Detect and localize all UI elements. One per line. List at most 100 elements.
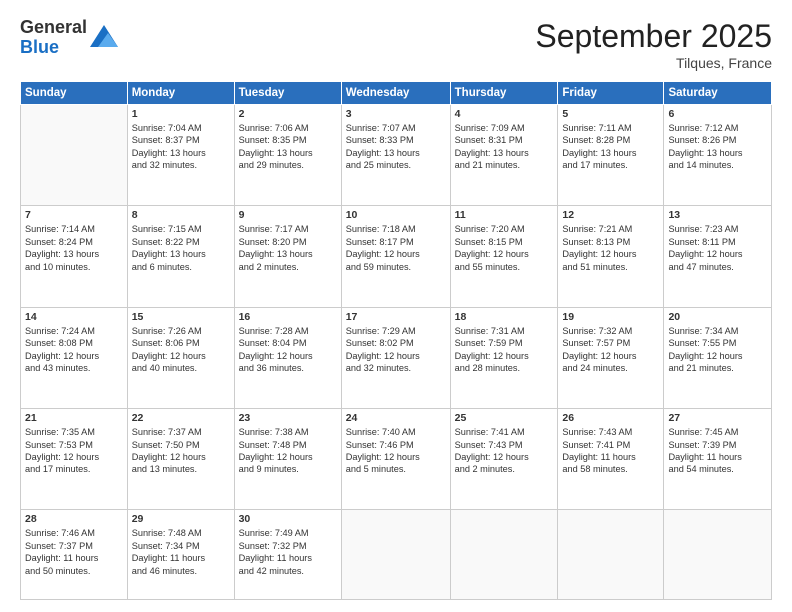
- calendar-cell: 9 Sunrise: 7:17 AM Sunset: 8:20 PM Daylig…: [234, 206, 341, 307]
- day-content: Sunrise: 7:40 AM Sunset: 7:46 PM Dayligh…: [346, 426, 446, 476]
- col-monday: Monday: [127, 82, 234, 105]
- title-block: September 2025 Tilques, France: [535, 18, 772, 71]
- calendar-cell: 23Sunrise: 7:38 AM Sunset: 7:48 PM Dayli…: [234, 409, 341, 510]
- day-number: 4: [455, 108, 554, 120]
- day-content: Sunrise: 7:35 AM Sunset: 7:53 PM Dayligh…: [25, 426, 123, 476]
- calendar-cell: 16 Sunrise: 7:28 AM Sunset: 8:04 PM Dayli…: [234, 307, 341, 408]
- day-content: Sunrise: 7:31 AM Sunset: 7:59 PM Dayligh…: [455, 325, 554, 375]
- calendar-cell: 26 Sunrise: 7:43 AM Sunset: 7:41 PM Dayli…: [558, 409, 664, 510]
- day-number: 9: [239, 209, 337, 221]
- calendar-cell: 6 Sunrise: 7:12 AM Sunset: 8:26 PM Daylig…: [664, 105, 772, 206]
- calendar-cell: 27 Sunrise: 7:45 AM Sunset: 7:39 PM Dayli…: [664, 409, 772, 510]
- day-content: Sunrise: 7:09 AM Sunset: 8:31 PM Dayligh…: [455, 122, 554, 172]
- calendar-cell: 10 Sunrise: 7:18 AM Sunset: 8:17 PM Dayli…: [341, 206, 450, 307]
- calendar-header-row: Sunday Monday Tuesday Wednesday Thursday…: [21, 82, 772, 105]
- logo-text: General Blue: [20, 18, 87, 58]
- logo: General Blue: [20, 18, 118, 58]
- col-sunday: Sunday: [21, 82, 128, 105]
- calendar-cell: 15Sunrise: 7:26 AM Sunset: 8:06 PM Dayli…: [127, 307, 234, 408]
- calendar-week-1: 1 Sunrise: 7:04 AM Sunset: 8:37 PM Daylig…: [21, 105, 772, 206]
- month-title: September 2025: [535, 18, 772, 55]
- day-number: 6: [668, 108, 767, 120]
- day-content: Sunrise: 7:12 AM Sunset: 8:26 PM Dayligh…: [668, 122, 767, 172]
- day-content: Sunrise: 7:06 AM Sunset: 8:35 PM Dayligh…: [239, 122, 337, 172]
- day-content: Sunrise: 7:48 AM Sunset: 7:34 PM Dayligh…: [132, 527, 230, 577]
- day-number: 16: [239, 311, 337, 323]
- day-number: 27: [668, 412, 767, 424]
- calendar-cell: 4 Sunrise: 7:09 AM Sunset: 8:31 PM Daylig…: [450, 105, 558, 206]
- day-number: 22: [132, 412, 230, 424]
- calendar-week-5: 28 Sunrise: 7:46 AM Sunset: 7:37 PM Dayli…: [21, 510, 772, 600]
- calendar-week-2: 7 Sunrise: 7:14 AM Sunset: 8:24 PM Daylig…: [21, 206, 772, 307]
- calendar-cell: 12 Sunrise: 7:21 AM Sunset: 8:13 PM Dayli…: [558, 206, 664, 307]
- day-content: Sunrise: 7:23 AM Sunset: 8:11 PM Dayligh…: [668, 223, 767, 273]
- day-content: Sunrise: 7:32 AM Sunset: 7:57 PM Dayligh…: [562, 325, 659, 375]
- day-number: 3: [346, 108, 446, 120]
- day-number: 26: [562, 412, 659, 424]
- day-content: Sunrise: 7:07 AM Sunset: 8:33 PM Dayligh…: [346, 122, 446, 172]
- header: General Blue September 2025 Tilques, Fra…: [20, 18, 772, 71]
- day-content: Sunrise: 7:37 AM Sunset: 7:50 PM Dayligh…: [132, 426, 230, 476]
- calendar-cell: 5Sunrise: 7:11 AM Sunset: 8:28 PM Daylig…: [558, 105, 664, 206]
- calendar-cell: [341, 510, 450, 600]
- calendar-cell: 22 Sunrise: 7:37 AM Sunset: 7:50 PM Dayli…: [127, 409, 234, 510]
- calendar-cell: 3 Sunrise: 7:07 AM Sunset: 8:33 PM Daylig…: [341, 105, 450, 206]
- calendar-cell: 29Sunrise: 7:48 AM Sunset: 7:34 PM Dayli…: [127, 510, 234, 600]
- calendar-cell: [450, 510, 558, 600]
- calendar-cell: 13 Sunrise: 7:23 AM Sunset: 8:11 PM Dayli…: [664, 206, 772, 307]
- day-number: 18: [455, 311, 554, 323]
- col-wednesday: Wednesday: [341, 82, 450, 105]
- calendar-week-3: 14 Sunrise: 7:24 AM Sunset: 8:08 PM Dayli…: [21, 307, 772, 408]
- calendar-cell: 20Sunrise: 7:34 AM Sunset: 7:55 PM Dayli…: [664, 307, 772, 408]
- col-friday: Friday: [558, 82, 664, 105]
- day-number: 20: [668, 311, 767, 323]
- day-content: Sunrise: 7:15 AM Sunset: 8:22 PM Dayligh…: [132, 223, 230, 273]
- calendar-table: Sunday Monday Tuesday Wednesday Thursday…: [20, 81, 772, 600]
- day-content: Sunrise: 7:14 AM Sunset: 8:24 PM Dayligh…: [25, 223, 123, 273]
- day-number: 25: [455, 412, 554, 424]
- calendar-cell: 17 Sunrise: 7:29 AM Sunset: 8:02 PM Dayli…: [341, 307, 450, 408]
- day-number: 10: [346, 209, 446, 221]
- day-number: 7: [25, 209, 123, 221]
- col-saturday: Saturday: [664, 82, 772, 105]
- day-content: Sunrise: 7:46 AM Sunset: 7:37 PM Dayligh…: [25, 527, 123, 577]
- day-number: 24: [346, 412, 446, 424]
- day-content: Sunrise: 7:45 AM Sunset: 7:39 PM Dayligh…: [668, 426, 767, 476]
- calendar-cell: 25Sunrise: 7:41 AM Sunset: 7:43 PM Dayli…: [450, 409, 558, 510]
- day-number: 19: [562, 311, 659, 323]
- location-subtitle: Tilques, France: [535, 55, 772, 71]
- calendar-cell: [664, 510, 772, 600]
- logo-general: General: [20, 18, 87, 38]
- col-tuesday: Tuesday: [234, 82, 341, 105]
- day-content: Sunrise: 7:43 AM Sunset: 7:41 PM Dayligh…: [562, 426, 659, 476]
- day-number: 13: [668, 209, 767, 221]
- day-content: Sunrise: 7:11 AM Sunset: 8:28 PM Dayligh…: [562, 122, 659, 172]
- calendar-week-4: 21Sunrise: 7:35 AM Sunset: 7:53 PM Dayli…: [21, 409, 772, 510]
- calendar-cell: 2Sunrise: 7:06 AM Sunset: 8:35 PM Daylig…: [234, 105, 341, 206]
- day-content: Sunrise: 7:28 AM Sunset: 8:04 PM Dayligh…: [239, 325, 337, 375]
- calendar-cell: 11Sunrise: 7:20 AM Sunset: 8:15 PM Dayli…: [450, 206, 558, 307]
- day-content: Sunrise: 7:29 AM Sunset: 8:02 PM Dayligh…: [346, 325, 446, 375]
- calendar-cell: 14 Sunrise: 7:24 AM Sunset: 8:08 PM Dayli…: [21, 307, 128, 408]
- day-number: 12: [562, 209, 659, 221]
- day-content: Sunrise: 7:20 AM Sunset: 8:15 PM Dayligh…: [455, 223, 554, 273]
- day-number: 17: [346, 311, 446, 323]
- day-number: 23: [239, 412, 337, 424]
- day-number: 1: [132, 108, 230, 120]
- calendar-cell: 21Sunrise: 7:35 AM Sunset: 7:53 PM Dayli…: [21, 409, 128, 510]
- day-content: Sunrise: 7:17 AM Sunset: 8:20 PM Dayligh…: [239, 223, 337, 273]
- day-content: Sunrise: 7:26 AM Sunset: 8:06 PM Dayligh…: [132, 325, 230, 375]
- calendar-cell: 1 Sunrise: 7:04 AM Sunset: 8:37 PM Daylig…: [127, 105, 234, 206]
- day-content: Sunrise: 7:04 AM Sunset: 8:37 PM Dayligh…: [132, 122, 230, 172]
- calendar-cell: 7 Sunrise: 7:14 AM Sunset: 8:24 PM Daylig…: [21, 206, 128, 307]
- day-number: 8: [132, 209, 230, 221]
- logo-icon: [90, 25, 118, 47]
- day-content: Sunrise: 7:24 AM Sunset: 8:08 PM Dayligh…: [25, 325, 123, 375]
- calendar-cell: 28 Sunrise: 7:46 AM Sunset: 7:37 PM Dayli…: [21, 510, 128, 600]
- day-number: 30: [239, 513, 337, 525]
- calendar-cell: 8 Sunrise: 7:15 AM Sunset: 8:22 PM Daylig…: [127, 206, 234, 307]
- day-content: Sunrise: 7:21 AM Sunset: 8:13 PM Dayligh…: [562, 223, 659, 273]
- day-number: 14: [25, 311, 123, 323]
- day-number: 28: [25, 513, 123, 525]
- day-content: Sunrise: 7:18 AM Sunset: 8:17 PM Dayligh…: [346, 223, 446, 273]
